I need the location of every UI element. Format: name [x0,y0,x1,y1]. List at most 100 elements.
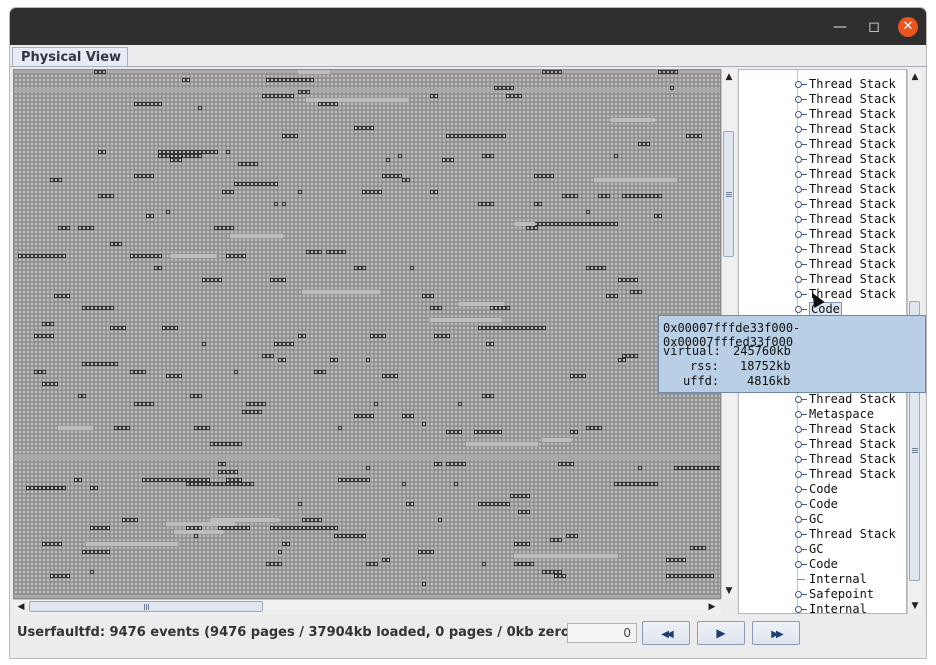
loaded-page [278,94,282,98]
loaded-page [54,294,58,298]
loaded-page [462,462,466,466]
loaded-page [398,154,402,158]
loaded-page [534,202,538,206]
grip-line [148,604,149,610]
loaded-page [290,526,294,530]
loaded-page [274,94,278,98]
loaded-page [694,466,698,470]
loaded-page [162,326,166,330]
loaded-page [298,90,302,94]
loaded-page [362,414,366,418]
play-button[interactable]: ▶ [697,621,745,645]
loaded-page [578,222,582,226]
memory-horizontal-scrollbar[interactable]: ◀ ▶ [13,599,721,614]
loaded-page [266,94,270,98]
loaded-page [334,526,338,530]
loaded-page [366,466,370,470]
loaded-page [106,306,110,310]
tree-connector [801,594,807,595]
loaded-page [654,482,658,486]
zeroed-pages [302,290,380,294]
scroll-thumb[interactable] [723,131,734,257]
loaded-page [38,370,42,374]
loaded-page [46,382,50,386]
loaded-page [510,326,514,330]
loaded-page [286,94,290,98]
scroll-down-icon[interactable]: ▼ [722,584,736,598]
loaded-page [402,178,406,182]
maximize-icon[interactable]: ◻ [864,17,884,37]
loaded-page [494,430,498,434]
loaded-page [102,194,106,198]
scroll-down-icon[interactable]: ▼ [908,599,922,613]
loaded-page [706,466,710,470]
loaded-page [650,194,654,198]
tree-connector [801,429,807,430]
loaded-page [50,486,54,490]
loaded-page [626,194,630,198]
loaded-page [470,134,474,138]
loaded-page [230,254,234,258]
loaded-page [674,70,678,74]
loaded-page [438,518,442,522]
loaded-page [50,574,54,578]
loaded-page [558,462,562,466]
loaded-page [390,174,394,178]
loaded-page [262,402,266,406]
minimize-icon[interactable]: — [830,17,850,37]
loaded-page [566,534,570,538]
loaded-page [630,278,634,282]
rewind-button[interactable]: ◀◀ [642,621,690,645]
loaded-page [594,266,598,270]
loaded-page [666,574,670,578]
loaded-page [418,550,422,554]
tab-physical-view[interactable]: Physical View [12,47,128,67]
scroll-thumb[interactable] [29,601,263,612]
loaded-page [138,254,142,258]
loaded-page [466,134,470,138]
tree-leaf-line [797,579,805,580]
loaded-page [166,210,170,214]
loaded-page [342,478,346,482]
tree-connector [801,189,807,190]
loaded-page [210,278,214,282]
loaded-page [110,362,114,366]
loaded-page [306,250,310,254]
physical-memory-map[interactable] [13,69,721,599]
loaded-page [490,306,494,310]
loaded-page [350,534,354,538]
loaded-page [566,222,570,226]
loaded-page [446,134,450,138]
loaded-page [198,150,202,154]
loaded-page [514,94,518,98]
scroll-left-icon[interactable]: ◀ [14,600,28,614]
loaded-page [222,442,226,446]
loaded-page [366,478,370,482]
loaded-page [110,306,114,310]
loaded-page [306,78,310,82]
loaded-page [130,254,134,258]
scroll-up-icon[interactable]: ▲ [722,70,736,84]
event-counter-field[interactable]: 0 [567,623,637,643]
loaded-page [42,254,46,258]
loaded-page [158,254,162,258]
loaded-page [398,174,402,178]
fast-forward-button[interactable]: ▶▶ [752,621,800,645]
loaded-page [274,182,278,186]
close-icon[interactable]: ✕ [898,17,918,37]
loaded-page [330,250,334,254]
loaded-page [230,470,234,474]
scroll-up-icon[interactable]: ▲ [908,70,922,84]
loaded-page [482,502,486,506]
scroll-right-icon[interactable]: ▶ [705,600,719,614]
tree-item-label: Thread Stack [809,437,896,451]
loaded-page [630,194,634,198]
loaded-page [390,374,394,378]
loaded-page [282,278,286,282]
loaded-page [242,182,246,186]
loaded-page [558,538,562,542]
loaded-page [182,154,186,158]
loaded-page [394,374,398,378]
tree-item-label: Thread Stack [809,182,896,196]
loaded-page [90,486,94,490]
